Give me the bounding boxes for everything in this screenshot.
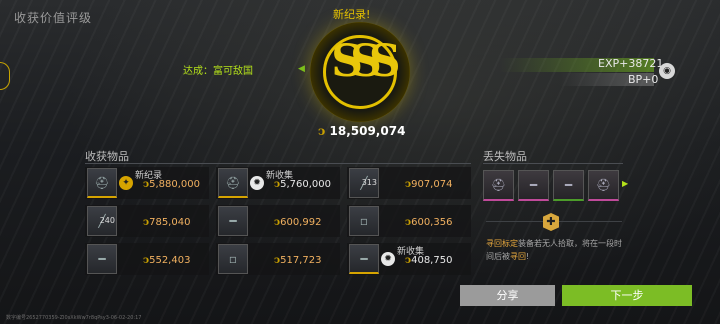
harvest-label: 收获物品 bbox=[85, 150, 129, 163]
helmet-icon[interactable]: ⛑ bbox=[588, 170, 619, 201]
item-icon: ▫ bbox=[349, 206, 379, 236]
item-value-number: 785,040 bbox=[149, 217, 191, 228]
item-icon: ▫ bbox=[218, 244, 248, 274]
item-count: 240 bbox=[99, 216, 115, 225]
item-value-number: 408,750 bbox=[411, 255, 453, 266]
rifle-icon: ━ bbox=[218, 206, 248, 236]
item-value-number: 5,880,000 bbox=[149, 179, 200, 190]
ammo-icon: ╱ 240 bbox=[87, 206, 117, 236]
page-title: 收获价值评级 bbox=[14, 11, 93, 25]
item-value: ↄ 408,750 bbox=[405, 255, 452, 266]
new-record-label: 新纪录! bbox=[333, 8, 371, 21]
share-button[interactable]: 分享 bbox=[460, 285, 555, 306]
achievement-arrow-icon: ◀ bbox=[298, 64, 305, 74]
footer-id: 数字编号2652770359-ZI0sXkWw7r8qPsy3-06-02-20… bbox=[6, 315, 142, 321]
harvest-item[interactable]: ━ ↄ 552,403 bbox=[85, 243, 209, 275]
total-value: ↄ 18,509,074 bbox=[318, 124, 405, 138]
collect-icon: ✹ bbox=[250, 176, 264, 190]
lost-divider bbox=[483, 163, 623, 164]
find-description: 寻回标定装备若无人拾取，将在一段时间后被寻回! bbox=[486, 237, 626, 263]
find-end: ! bbox=[526, 252, 530, 261]
lost-items: ⛑ ━ ━ ⛑ bbox=[483, 170, 623, 206]
harvest-item[interactable]: ━ ↄ 600,992 bbox=[216, 205, 340, 237]
item-value-number: 517,723 bbox=[280, 255, 322, 266]
coin-icon: ↄ bbox=[318, 124, 326, 138]
bp-gain: BP+0 bbox=[628, 73, 659, 86]
item-value: ↄ 785,040 bbox=[143, 217, 190, 228]
rifle-icon[interactable]: ━ bbox=[518, 170, 549, 201]
find-highlight: 寻回标定 bbox=[486, 239, 518, 248]
find-tail: 寻回 bbox=[510, 252, 526, 261]
harvest-item[interactable]: ━ ✹ 新收集 ↄ 408,750 bbox=[347, 243, 471, 275]
item-value: ↄ 5,880,000 bbox=[143, 179, 200, 190]
exp-gain: EXP+38721 bbox=[598, 57, 664, 70]
lost-label: 丢失物品 bbox=[483, 150, 527, 163]
item-value: ↄ 907,074 bbox=[405, 179, 452, 190]
helmet-icon: ⛑ bbox=[87, 168, 117, 198]
harvest-item[interactable]: ▫ ↄ 517,723 bbox=[216, 243, 340, 275]
harvest-item[interactable]: ⛑ ✦ 新纪录 ↄ 5,880,000 bbox=[85, 167, 209, 199]
item-value-number: 600,356 bbox=[411, 217, 453, 228]
ammo-icon: ╱ 313 bbox=[349, 168, 379, 198]
item-value-number: 600,992 bbox=[280, 217, 322, 228]
collect-icon: ✹ bbox=[381, 252, 395, 266]
next-button[interactable]: 下一步 bbox=[562, 285, 692, 306]
achievement-label: 达成：富可敌国 bbox=[183, 66, 253, 77]
harvest-item[interactable]: ⛑ ✹ 新收集 ↄ 5,760,000 bbox=[216, 167, 340, 199]
item-value: ↄ 552,403 bbox=[143, 255, 190, 266]
item-value: ↄ 600,356 bbox=[405, 217, 452, 228]
harvest-divider bbox=[85, 163, 471, 164]
lost-scroll-arrow-icon[interactable]: ▶ bbox=[622, 179, 628, 188]
record-icon: ✦ bbox=[119, 176, 133, 190]
harvest-item[interactable]: ╱ 313 ↄ 907,074 bbox=[347, 167, 471, 199]
helmet-icon[interactable]: ⛑ bbox=[483, 170, 514, 201]
harvest-item[interactable]: ╱ 240 ↄ 785,040 bbox=[85, 205, 209, 237]
item-value-number: 907,074 bbox=[411, 179, 453, 190]
item-value: ↄ 517,723 bbox=[274, 255, 321, 266]
item-value-number: 5,760,000 bbox=[280, 179, 331, 190]
harvest-item[interactable]: ▫ ↄ 600,356 bbox=[347, 205, 471, 237]
rating-letters: SSS bbox=[331, 36, 400, 87]
rifle-icon: ━ bbox=[349, 244, 379, 274]
item-value: ↄ 600,992 bbox=[274, 217, 321, 228]
find-marker-icon: ✚ bbox=[543, 213, 559, 231]
level-badge-icon[interactable]: ◉ bbox=[659, 63, 675, 79]
item-value-number: 552,403 bbox=[149, 255, 191, 266]
rifle-icon: ━ bbox=[87, 244, 117, 274]
item-count: 313 bbox=[361, 178, 377, 187]
rifle-icon[interactable]: ━ bbox=[553, 170, 584, 201]
total-value-number: 18,509,074 bbox=[329, 124, 406, 138]
item-value: ↄ 5,760,000 bbox=[274, 179, 331, 190]
helmet-icon: ⛑ bbox=[218, 168, 248, 198]
